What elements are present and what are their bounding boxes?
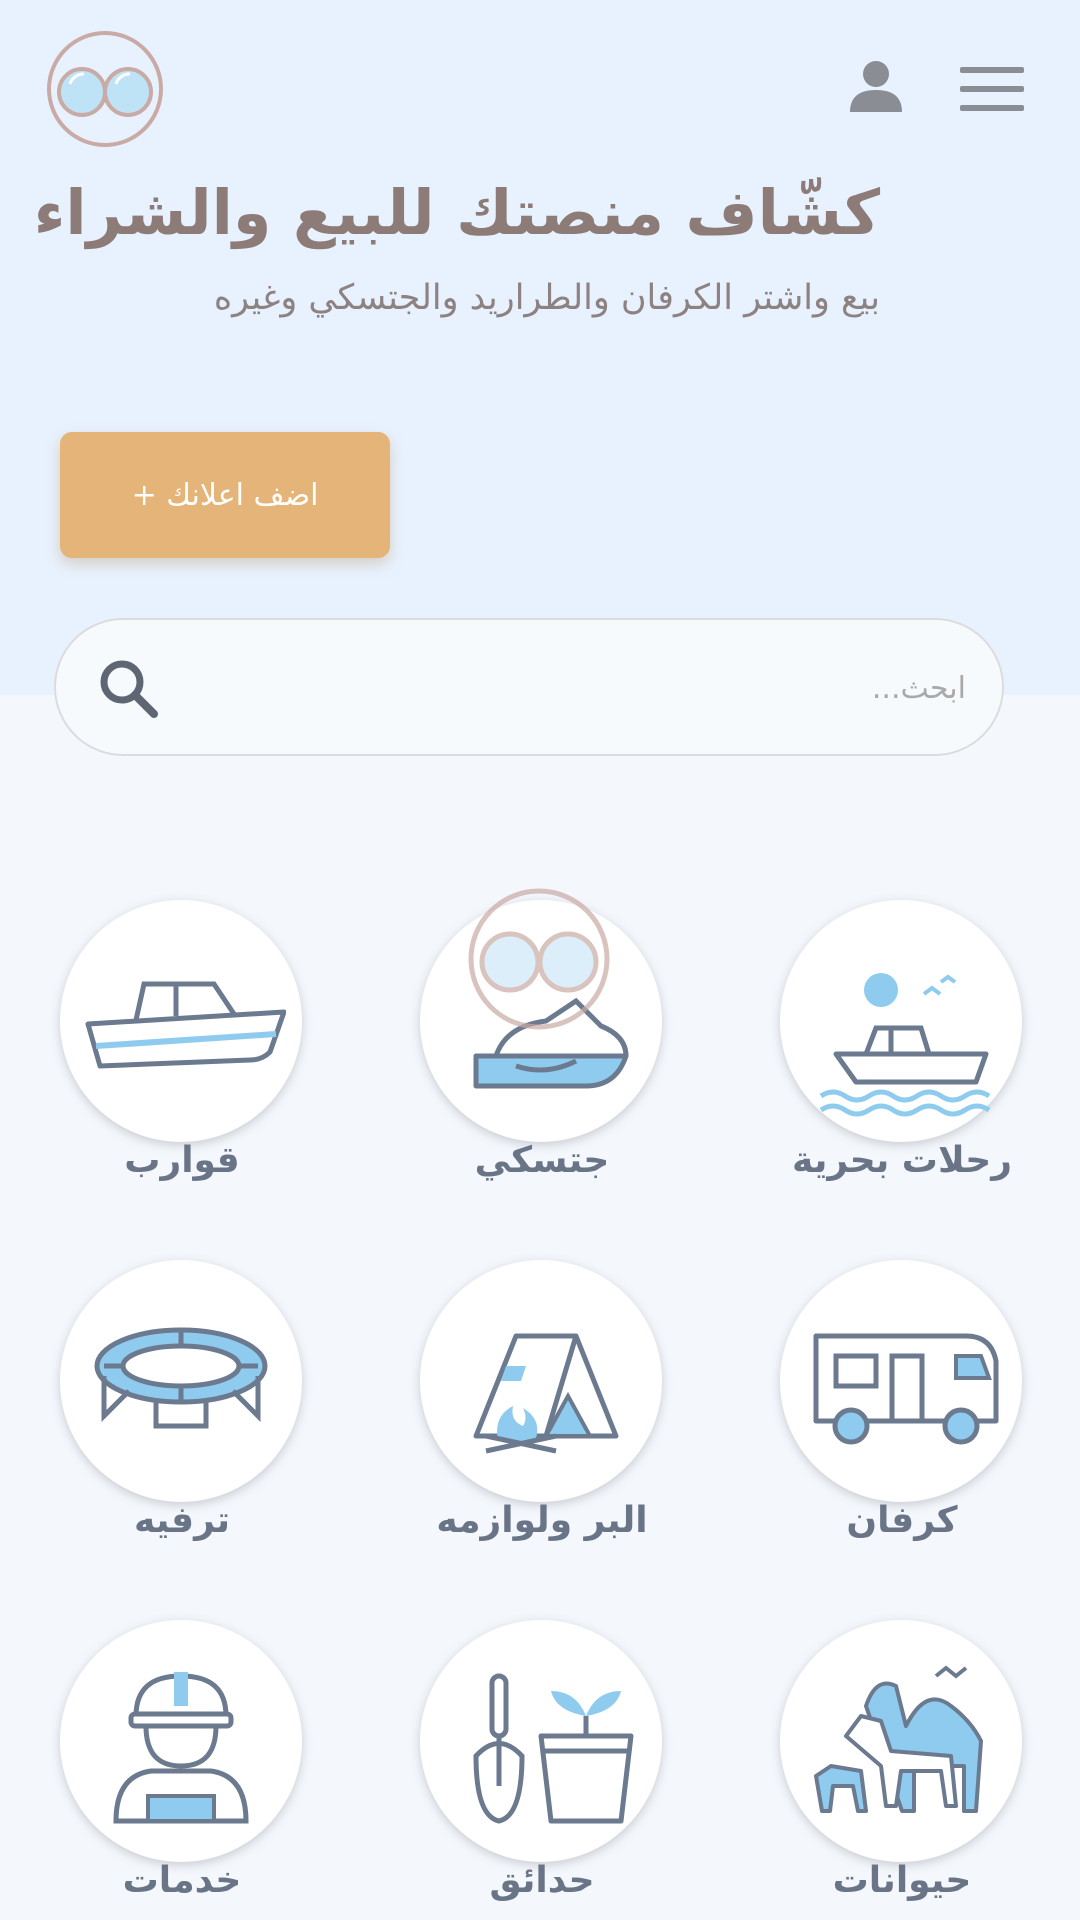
trampoline-icon [94,1327,268,1429]
category-sea-trips[interactable]: رحلات بحرية [777,900,1027,1220]
category-label: رحلات بحرية [792,1140,1012,1181]
category-caravan[interactable]: كرفان [777,1260,1027,1580]
user-icon[interactable] [846,56,906,116]
category-label: البر ولوازمه [436,1500,648,1541]
category-circle [60,1620,302,1862]
page-title: كشّاف منصتك للبيع والشراء [33,176,880,249]
category-entertainment[interactable]: ترفيه [57,1260,307,1580]
sea-trip-icon [819,973,991,1117]
search-icon[interactable] [96,656,162,722]
category-label: حيوانات [832,1860,972,1901]
category-circle [780,900,1022,1142]
category-camping[interactable]: البر ولوازمه [417,1260,667,1580]
category-circle [780,1620,1022,1862]
category-services[interactable]: خدمات [57,1620,307,1920]
category-circle [60,900,302,1142]
gardening-icon [473,1673,634,1824]
category-circle [60,1260,302,1502]
category-gardens[interactable]: حدائق [417,1620,667,1920]
category-animals[interactable]: حيوانات [777,1620,1027,1920]
camping-tent-icon [473,1333,619,1454]
jetski-icon [473,997,629,1089]
category-label: كرفان [846,1500,958,1541]
hamburger-menu-icon[interactable] [958,64,1026,114]
boat-icon [85,981,286,1069]
caravan-icon [813,1333,999,1445]
category-jetski[interactable]: جتسكي [417,900,667,1220]
category-label: جتسكي [474,1140,610,1181]
category-label: خدمات [122,1860,242,1901]
category-label: حدائق [489,1860,595,1901]
category-label: ترفيه [133,1500,230,1541]
category-label: قوارب [124,1140,240,1181]
binoculars-logo-icon[interactable] [46,30,164,148]
category-circle [420,1620,662,1862]
category-circle [420,900,662,1142]
search-input[interactable] [226,650,966,726]
search-bar [54,618,1004,756]
category-boats[interactable]: قوارب [57,900,307,1220]
page-subtitle: بيع واشتر الكرفان والطراريد والجتسكي وغي… [213,278,880,318]
animals-icon [814,1665,983,1813]
add-listing-button[interactable]: اضف اعلانك + [60,432,390,558]
category-circle [780,1260,1022,1502]
category-circle [420,1260,662,1502]
worker-icon [113,1672,249,1824]
